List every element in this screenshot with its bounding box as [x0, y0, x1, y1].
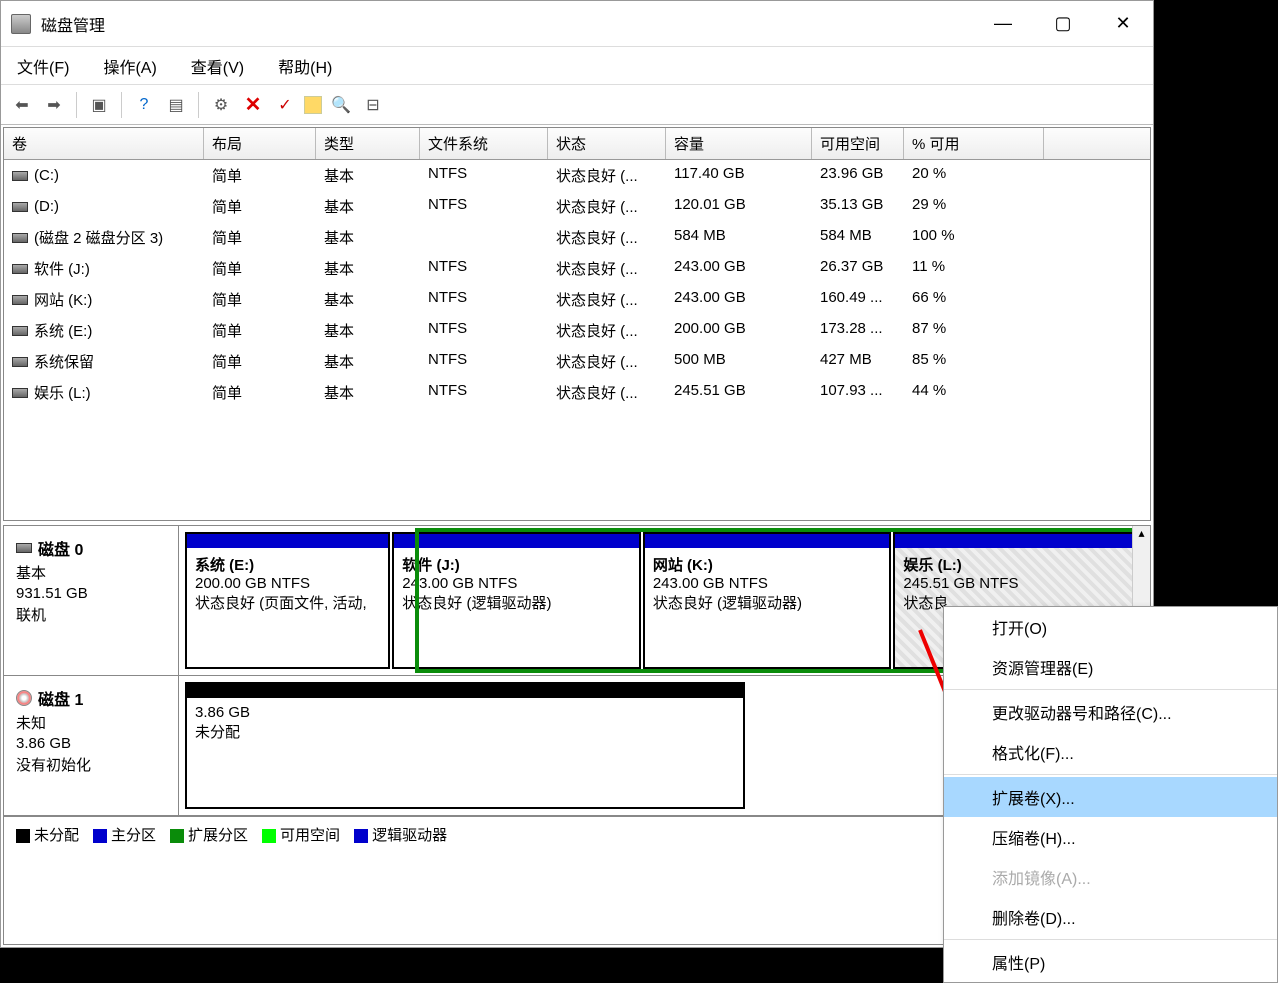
search-icon[interactable]: 🔍	[328, 92, 354, 118]
column-headers: 卷 布局 类型 文件系统 状态 容量 可用空间 % 可用	[4, 128, 1150, 160]
minimize-button[interactable]: —	[973, 1, 1033, 46]
menu-open[interactable]: 打开(O)	[944, 607, 1277, 647]
back-button[interactable]: ⬅	[9, 92, 35, 118]
context-menu: 打开(O) 资源管理器(E) 更改驱动器号和路径(C)... 格式化(F)...…	[943, 606, 1278, 983]
table-row[interactable]: 娱乐 (L:)简单基本NTFS状态良好 (...245.51 GB107.93 …	[4, 377, 1150, 408]
separator	[76, 92, 77, 118]
menu-properties[interactable]: 属性(P)	[944, 942, 1277, 982]
forward-button[interactable]: ➡	[41, 92, 67, 118]
col-layout[interactable]: 布局	[204, 128, 316, 159]
volume-list: 卷 布局 类型 文件系统 状态 容量 可用空间 % 可用 (C:)简单基本NTF…	[3, 127, 1151, 521]
separator	[198, 92, 199, 118]
table-row[interactable]: (D:)简单基本NTFS状态良好 (...120.01 GB35.13 GB29…	[4, 191, 1150, 222]
settings-icon[interactable]: ⚙	[208, 92, 234, 118]
menu-file[interactable]: 文件(F)	[11, 50, 75, 82]
menu-help[interactable]: 帮助(H)	[272, 50, 338, 82]
menu-add-mirror: 添加镜像(A)...	[944, 857, 1277, 897]
volume-rows: (C:)简单基本NTFS状态良好 (...117.40 GB23.96 GB20…	[4, 160, 1150, 520]
toolbar: ⬅ ➡ ▣ ? ▤ ⚙ ✕ ✓ 🔍 ⊟	[1, 85, 1153, 125]
titlebar: 磁盘管理 — ▢ ✕	[1, 1, 1153, 47]
menu-action[interactable]: 操作(A)	[97, 50, 162, 82]
close-button[interactable]: ✕	[1093, 1, 1153, 46]
cd-icon	[16, 690, 32, 706]
table-row[interactable]: 系统 (E:)简单基本NTFS状态良好 (...200.00 GB173.28 …	[4, 315, 1150, 346]
help-icon[interactable]: ?	[131, 92, 157, 118]
col-fs[interactable]: 文件系统	[420, 128, 548, 159]
menu-extend-volume[interactable]: 扩展卷(X)...	[944, 777, 1277, 817]
view-icon[interactable]: ▤	[163, 92, 189, 118]
separator	[121, 92, 122, 118]
table-row[interactable]: (磁盘 2 磁盘分区 3)简单基本状态良好 (...584 MB584 MB10…	[4, 222, 1150, 253]
col-capacity[interactable]: 容量	[666, 128, 812, 159]
window-title: 磁盘管理	[41, 12, 973, 36]
show-hide-console-icon[interactable]: ▣	[86, 92, 112, 118]
col-type[interactable]: 类型	[316, 128, 420, 159]
table-row[interactable]: 系统保留简单基本NTFS状态良好 (...500 MB427 MB85 %	[4, 346, 1150, 377]
menubar: 文件(F) 操作(A) 查看(V) 帮助(H)	[1, 47, 1153, 85]
menu-change-letter[interactable]: 更改驱动器号和路径(C)...	[944, 692, 1277, 732]
check-icon[interactable]: ✓	[272, 92, 298, 118]
table-row[interactable]: 软件 (J:)简单基本NTFS状态良好 (...243.00 GB26.37 G…	[4, 253, 1150, 284]
table-row[interactable]: 网站 (K:)简单基本NTFS状态良好 (...243.00 GB160.49 …	[4, 284, 1150, 315]
col-free[interactable]: 可用空间	[812, 128, 904, 159]
partition-unallocated[interactable]: 3.86 GB 未分配	[185, 682, 745, 809]
menu-format[interactable]: 格式化(F)...	[944, 732, 1277, 772]
new-icon[interactable]	[304, 96, 322, 114]
menu-delete-volume[interactable]: 删除卷(D)...	[944, 897, 1277, 937]
partition-e[interactable]: 系统 (E:) 200.00 GB NTFS 状态良好 (页面文件, 活动,	[185, 532, 390, 669]
menu-explorer[interactable]: 资源管理器(E)	[944, 647, 1277, 687]
disk-icon	[16, 543, 32, 553]
disk-info-0[interactable]: 磁盘 0 基本 931.51 GB 联机	[4, 526, 179, 675]
menu-shrink-volume[interactable]: 压缩卷(H)...	[944, 817, 1277, 857]
properties-icon[interactable]: ⊟	[360, 92, 386, 118]
maximize-button[interactable]: ▢	[1033, 1, 1093, 46]
col-pctfree[interactable]: % 可用	[904, 128, 1044, 159]
menu-view[interactable]: 查看(V)	[185, 50, 250, 82]
table-row[interactable]: (C:)简单基本NTFS状态良好 (...117.40 GB23.96 GB20…	[4, 160, 1150, 191]
delete-icon[interactable]: ✕	[240, 92, 266, 118]
col-status[interactable]: 状态	[548, 128, 666, 159]
col-volume[interactable]: 卷	[4, 128, 204, 159]
app-icon	[11, 14, 31, 34]
disk-info-1[interactable]: 磁盘 1 未知 3.86 GB 没有初始化	[4, 676, 179, 815]
